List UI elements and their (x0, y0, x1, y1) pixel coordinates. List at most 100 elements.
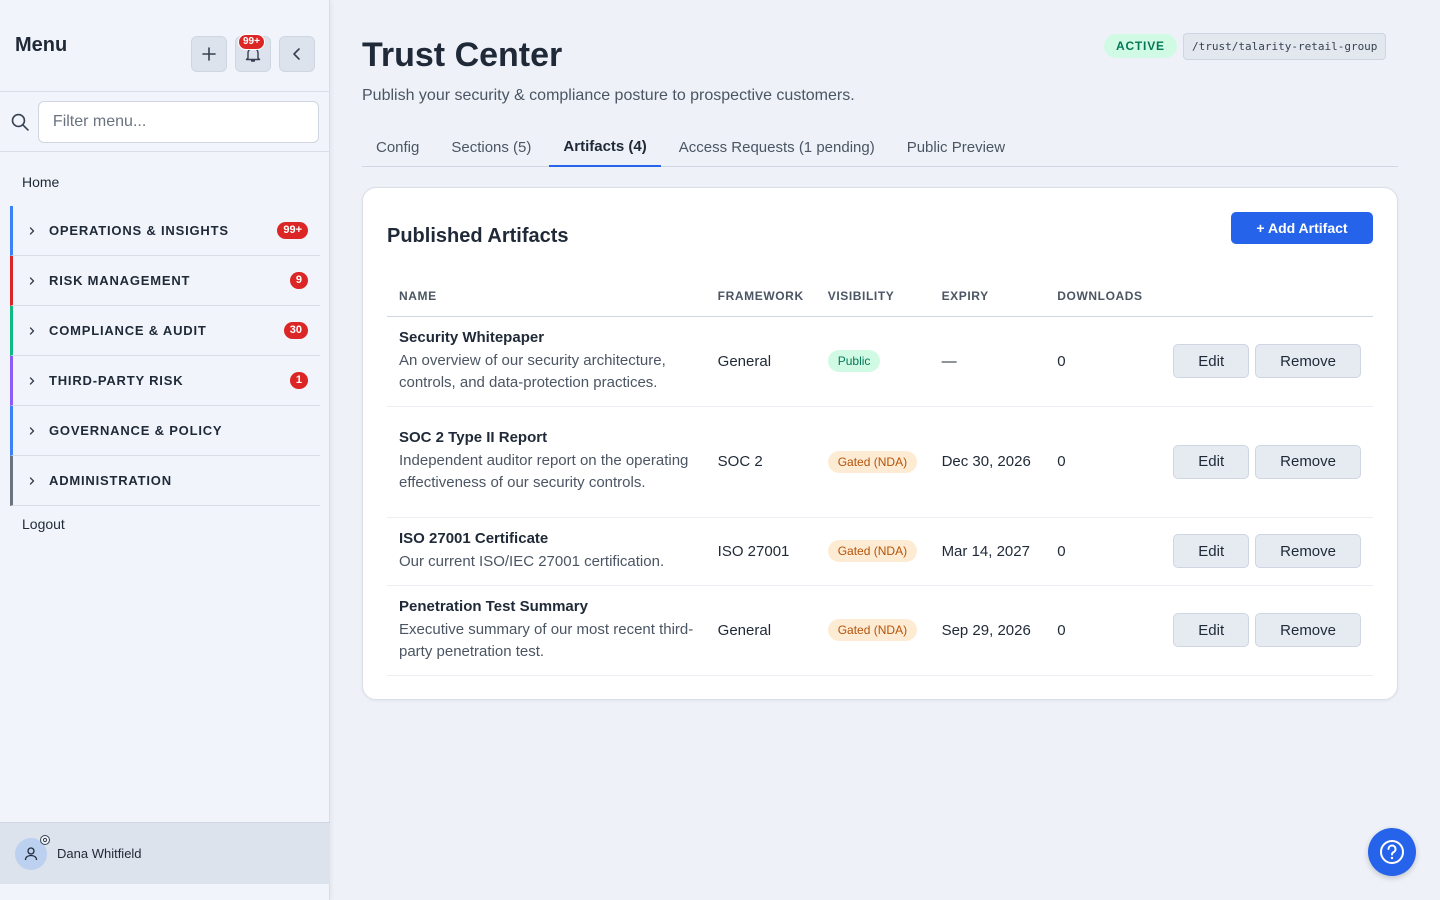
artifact-description: An overview of our security architecture… (399, 351, 666, 391)
artifact-name-cell: SOC 2 Type II Report Independent auditor … (387, 406, 706, 518)
filter-menu-input[interactable] (37, 100, 319, 143)
table-header-row: NAME FRAMEWORK VISIBILITY EXPIRY DOWNLOA… (387, 280, 1373, 317)
user-profile[interactable]: Dana Whitfield (0, 822, 330, 884)
artifacts-table: NAME FRAMEWORK VISIBILITY EXPIRY DOWNLOA… (387, 280, 1373, 676)
visibility-badge: Public (827, 350, 881, 372)
visibility-cell: Gated (NDA) (815, 585, 930, 676)
framework-cell: General (705, 585, 816, 676)
expiry-cell: — (929, 316, 1046, 407)
artifact-name: ISO 27001 Certificate (399, 529, 549, 547)
expiry-cell: Dec 30, 2026 (929, 406, 1046, 518)
chevron-right-icon (29, 276, 35, 285)
sidebar-group-compliance-audit[interactable]: COMPLIANCE & AUDIT 30 (10, 306, 320, 356)
remove-button[interactable]: Remove (1255, 613, 1361, 647)
visibility-cell: Public (815, 316, 930, 407)
notifications-button[interactable]: 99+ (235, 34, 271, 72)
edit-button[interactable]: Edit (1173, 613, 1250, 647)
artifact-description: Executive summary of our most recent thi… (399, 620, 694, 660)
count-badge: 1 (289, 372, 308, 389)
column-header-framework: FRAMEWORK (705, 280, 816, 317)
actions-cell: Edit Remove (1155, 585, 1373, 676)
table-row: Security Whitepaper An overview of our se… (387, 316, 1373, 407)
chevron-left-icon (293, 48, 300, 60)
framework-cell: General (705, 316, 816, 407)
visibility-cell: Gated (NDA) (815, 406, 930, 518)
remove-button[interactable]: Remove (1255, 444, 1361, 479)
plus-icon (202, 47, 216, 61)
sidebar-group-third-party-risk[interactable]: THIRD-PARTY RISK 1 (10, 356, 320, 406)
chevron-right-icon (29, 426, 35, 435)
sidebar-group-administration[interactable]: ADMINISTRATION (10, 456, 320, 506)
actions-cell: Edit Remove (1155, 406, 1373, 518)
edit-button[interactable]: Edit (1173, 344, 1250, 378)
sidebar-group-governance-policy[interactable]: GOVERNANCE & POLICY (10, 406, 320, 456)
artifact-name-cell: Penetration Test Summary Executive summar… (387, 585, 706, 676)
column-header-downloads: DOWNLOADS (1045, 280, 1156, 317)
tab-config[interactable]: Config (362, 128, 433, 167)
framework-cell: SOC 2 (705, 406, 816, 518)
remove-button[interactable]: Remove (1255, 344, 1361, 378)
sidebar-group-label: THIRD-PARTY RISK (49, 373, 184, 388)
sidebar-search (0, 92, 329, 152)
sidebar-groups: OPERATIONS & INSIGHTS 99+ RISK MANAGEMENT 9… (10, 206, 320, 506)
sidebar-header: Menu 99+ (0, 0, 329, 92)
help-icon (1380, 840, 1404, 864)
actions-cell: Edit Remove (1155, 517, 1373, 586)
sidebar-group-label: COMPLIANCE & AUDIT (49, 323, 207, 338)
gear-icon (40, 834, 50, 845)
tab-bar: Config Sections (5) Artifacts (4) Access Re… (362, 128, 1398, 167)
add-button[interactable] (191, 36, 227, 72)
expiry-cell: Mar 14, 2027 (929, 517, 1046, 586)
search-icon (11, 113, 29, 131)
actions-cell: Edit Remove (1155, 316, 1373, 407)
table-row: SOC 2 Type II Report Independent auditor … (387, 406, 1373, 518)
downloads-cell: 0 (1045, 406, 1156, 518)
chevron-right-icon (29, 376, 35, 385)
tab-access-requests[interactable]: Access Requests (1 pending) (665, 128, 889, 167)
count-badge: 9 (289, 272, 308, 289)
artifact-description: Independent auditor report on the operat… (399, 452, 689, 491)
edit-button[interactable]: Edit (1173, 534, 1250, 568)
card-title: Published Artifacts (387, 225, 569, 247)
artifact-name-cell: ISO 27001 Certificate Our current ISO/IEC… (387, 517, 706, 586)
column-header-expiry: EXPIRY (929, 280, 1046, 317)
sidebar-group-risk-management[interactable]: RISK MANAGEMENT 9 (10, 256, 320, 306)
count-badge: 30 (283, 322, 308, 339)
artifact-name: Security Whitepaper (399, 328, 545, 346)
visibility-badge: Gated (NDA) (827, 619, 918, 641)
chevron-right-icon (29, 326, 35, 335)
chevron-right-icon (29, 476, 35, 485)
framework-cell: ISO 27001 (705, 517, 816, 586)
tab-public-preview[interactable]: Public Preview (893, 128, 1019, 167)
downloads-cell: 0 (1045, 316, 1156, 407)
table-row: ISO 27001 Certificate Our current ISO/IEC… (387, 517, 1373, 586)
chevron-right-icon (29, 226, 35, 235)
add-artifact-button[interactable]: + Add Artifact (1231, 212, 1373, 244)
logout-link[interactable]: Logout (0, 506, 329, 542)
page-title: Trust Center (362, 36, 563, 74)
remove-button[interactable]: Remove (1255, 534, 1361, 568)
user-icon (24, 846, 38, 860)
sidebar-group-label: RISK MANAGEMENT (49, 273, 191, 288)
downloads-cell: 0 (1045, 585, 1156, 676)
sidebar-group-label: ADMINISTRATION (49, 473, 172, 488)
artifact-name: SOC 2 Type II Report (399, 429, 548, 446)
collapse-sidebar-button[interactable] (279, 36, 315, 72)
sidebar-group-operations-insights[interactable]: OPERATIONS & INSIGHTS 99+ (10, 206, 320, 256)
avatar (15, 834, 50, 870)
sidebar-group-label: GOVERNANCE & POLICY (49, 423, 223, 438)
artifact-description: Our current ISO/IEC 27001 certification. (399, 552, 665, 570)
user-name: Dana Whitfield (57, 846, 142, 861)
sidebar: Menu 99+ Home OPERATIONS & INSIGHTS 99+ RI… (0, 0, 330, 900)
tab-sections[interactable]: Sections (5) (437, 128, 545, 167)
edit-button[interactable]: Edit (1173, 444, 1250, 479)
sidebar-title: Menu (15, 34, 68, 56)
sidebar-item-home[interactable]: Home (0, 152, 329, 206)
sidebar-group-label: OPERATIONS & INSIGHTS (49, 223, 229, 238)
expiry-cell: Sep 29, 2026 (929, 585, 1046, 676)
visibility-cell: Gated (NDA) (815, 517, 930, 586)
visibility-badge: Gated (NDA) (827, 450, 918, 473)
help-button[interactable] (1368, 828, 1416, 876)
notification-badge: 99+ (238, 34, 265, 50)
tab-artifacts[interactable]: Artifacts (4) (549, 128, 661, 167)
